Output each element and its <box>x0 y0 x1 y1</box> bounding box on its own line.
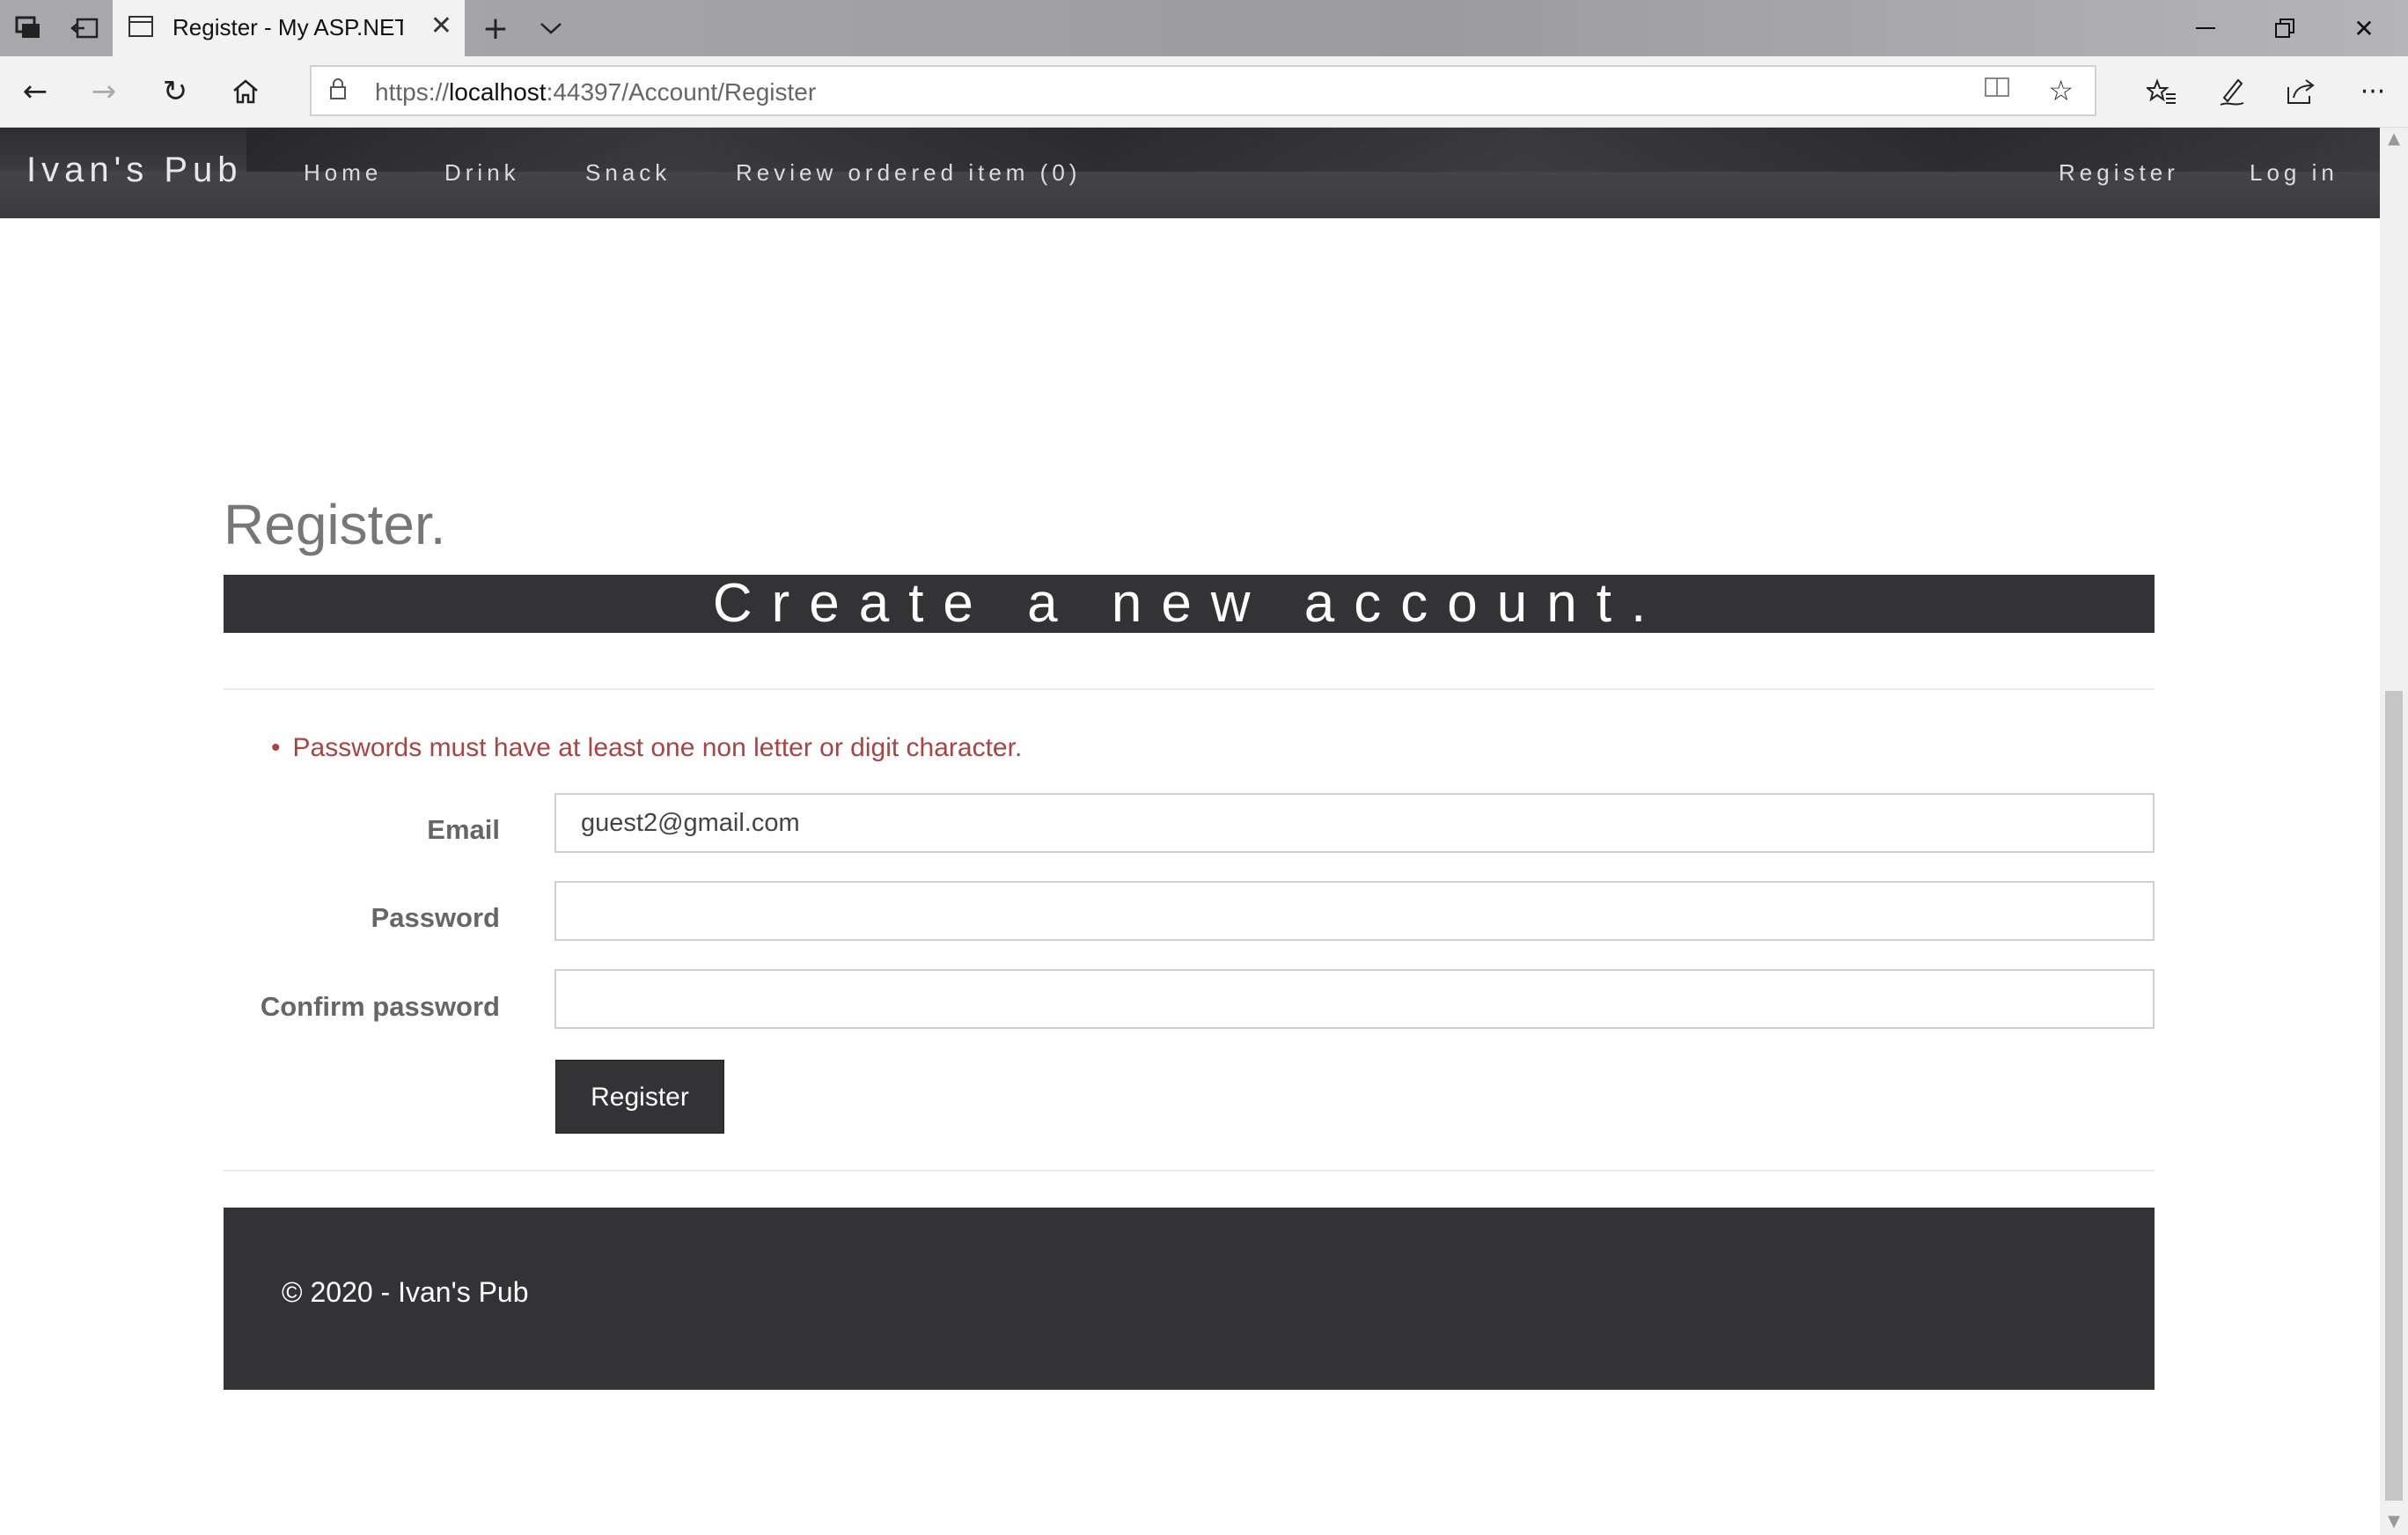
url-text[interactable]: https://localhost:44397/Account/Register <box>375 78 816 106</box>
refresh-icon[interactable]: ↻ <box>156 72 195 111</box>
browser-toolbar: ← → ↻ https://localhost:44397/Account/Re… <box>0 56 2408 128</box>
nav-review-ordered-item[interactable]: Review ordered item (0) <box>736 159 1081 187</box>
favorites-hub-icon[interactable] <box>2142 72 2181 111</box>
new-tab-icon[interactable]: + <box>480 11 511 47</box>
url-scheme: https:// <box>375 78 450 106</box>
brand-link[interactable]: Ivan's Pub <box>26 151 243 190</box>
restore-icon[interactable] <box>2258 9 2311 48</box>
confirm-password-label: Confirm password <box>260 991 500 1022</box>
address-bar[interactable]: https://localhost:44397/Account/Register… <box>310 65 2096 116</box>
url-host: localhost <box>449 78 547 106</box>
nav-drink[interactable]: Drink <box>444 159 520 187</box>
notes-pen-icon[interactable] <box>2213 72 2251 111</box>
nav-register[interactable]: Register <box>2059 159 2179 187</box>
more-icon[interactable]: ··· <box>2353 72 2392 111</box>
validation-error: Passwords must have at least one non let… <box>292 733 1023 762</box>
close-tab-icon[interactable]: ✕ <box>430 11 452 41</box>
password-field[interactable] <box>554 881 2155 941</box>
site-navbar: Ivan's Pub Home Drink Snack Review order… <box>0 128 2380 218</box>
email-label: Email <box>427 814 500 845</box>
page-subtitle: Create a new account. <box>224 575 2155 633</box>
close-window-icon[interactable]: ✕ <box>2338 9 2390 48</box>
password-label: Password <box>371 902 500 933</box>
page-viewport: Ivan's Pub Home Drink Snack Review order… <box>0 128 2380 1535</box>
tab-register[interactable]: Register - My ASP.NET / ✕ <box>113 0 465 56</box>
tab-list-icon[interactable] <box>535 12 567 44</box>
scroll-up-icon[interactable]: ▲ <box>2385 129 2403 151</box>
divider <box>224 1170 2155 1171</box>
page-icon <box>128 16 153 37</box>
forward-icon[interactable]: → <box>84 72 123 111</box>
home-icon[interactable] <box>226 72 265 111</box>
nav-home[interactable]: Home <box>304 159 382 187</box>
tab-title: Register - My ASP.NET / <box>173 14 403 40</box>
bullet-icon: • <box>271 733 281 762</box>
email-field[interactable] <box>554 793 2155 853</box>
back-icon[interactable]: ← <box>16 72 55 111</box>
scroll-down-icon[interactable]: ▼ <box>2385 1512 2403 1533</box>
divider <box>224 688 2155 690</box>
confirm-password-field[interactable] <box>554 969 2155 1029</box>
page-title: Register. <box>224 493 446 556</box>
reading-view-icon[interactable] <box>1984 76 2010 105</box>
nav-snack[interactable]: Snack <box>585 159 671 187</box>
tab-actions-icon[interactable] <box>12 12 44 44</box>
footer-copyright: © 2020 - Ivan's Pub <box>282 1276 529 1308</box>
minimize-icon[interactable] <box>2179 9 2232 48</box>
share-icon[interactable] <box>2282 72 2321 111</box>
page-scrollbar[interactable]: ▲ ▼ <box>2380 128 2408 1535</box>
set-aside-icon[interactable] <box>69 12 100 44</box>
nav-login[interactable]: Log in <box>2250 159 2338 187</box>
register-button[interactable]: Register <box>555 1060 724 1134</box>
url-path: :44397/Account/Register <box>546 78 817 106</box>
favorite-star-icon[interactable]: ☆ <box>2048 74 2074 107</box>
browser-tab-bar: Register - My ASP.NET / ✕ + ✕ <box>0 0 2408 56</box>
validation-summary: • Passwords must have at least one non le… <box>271 733 1022 763</box>
scroll-thumb[interactable] <box>2385 691 2403 1501</box>
footer: © 2020 - Ivan's Pub <box>224 1208 2155 1390</box>
lock-icon <box>329 77 347 106</box>
